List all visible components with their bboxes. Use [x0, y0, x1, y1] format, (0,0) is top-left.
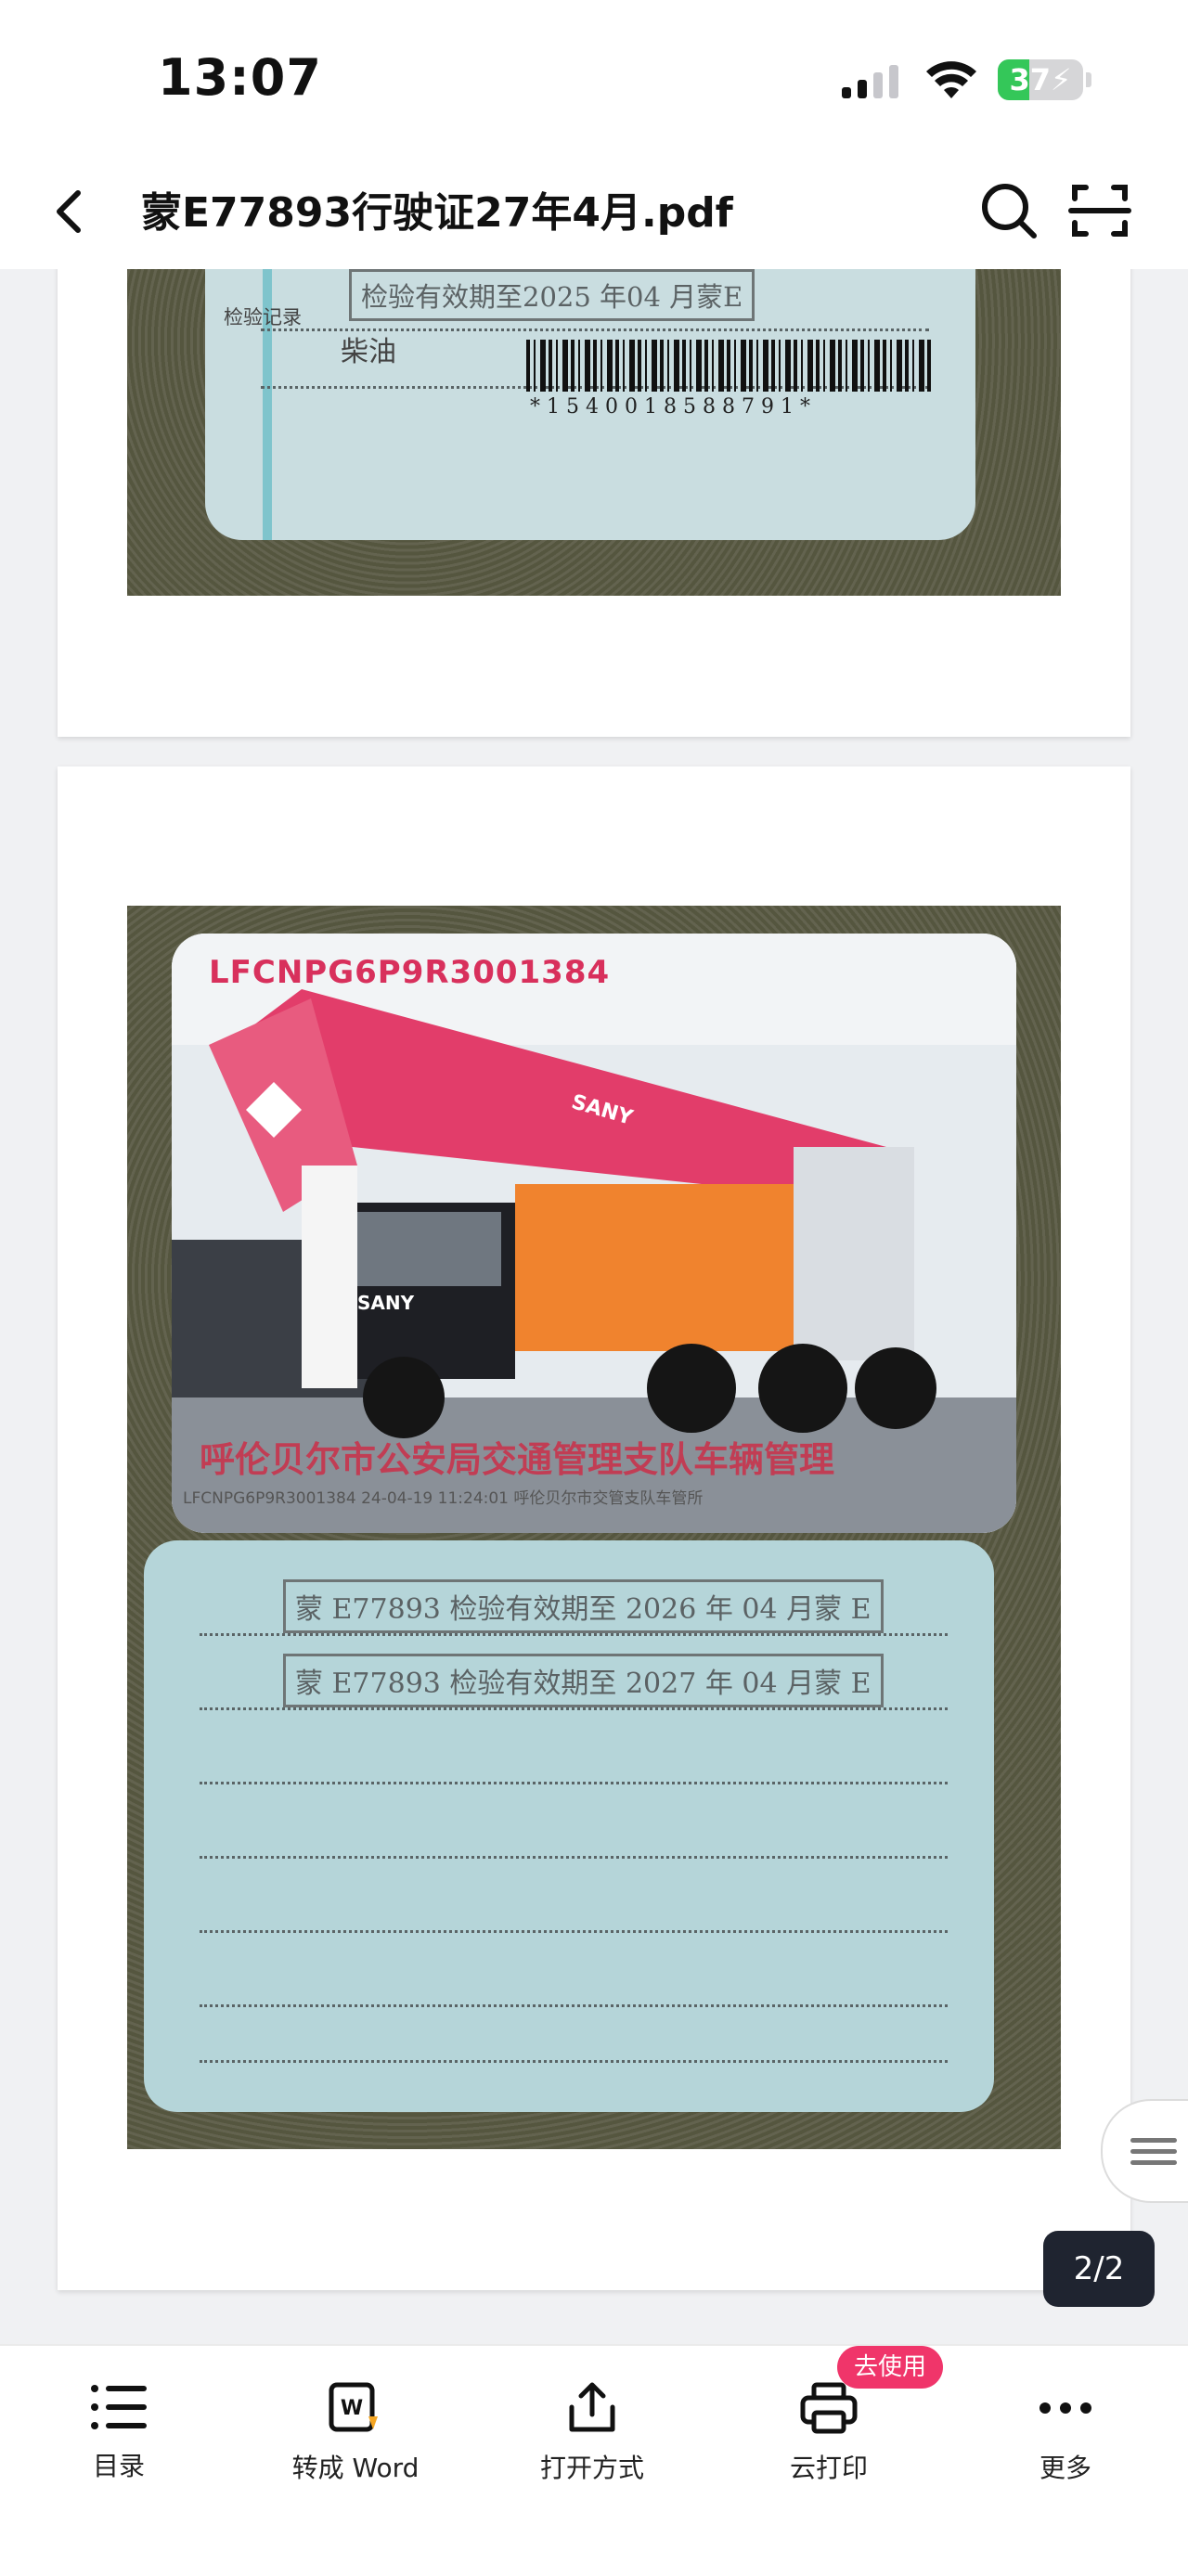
toolbar-convert-word-button[interactable]: W 转成 Word — [272, 2364, 439, 2494]
page-indicator: 2/2 — [1043, 2231, 1155, 2307]
license-card-back: 检验有效期至2025 年04 月蒙E 检验记录 柴油 *154001858879… — [205, 269, 975, 540]
toolbar-more-button[interactable]: 更多 — [982, 2364, 1149, 2494]
license-photo-card: LFCNPG6P9R3001384 SANY SANY 呼伦贝尔市公安局交通管理… — [172, 934, 1016, 1533]
cellular-signal-icon — [842, 65, 898, 98]
page1-photo: 检验有效期至2025 年04 月蒙E 检验记录 柴油 *154001858879… — [127, 269, 1061, 596]
toolbar-more-label: 更多 — [1039, 2453, 1091, 2483]
toolbar-open-with-label: 打开方式 — [539, 2453, 644, 2483]
barcode-number: *1540018588791* — [530, 395, 817, 419]
list-icon — [91, 2385, 147, 2429]
search-icon[interactable] — [975, 176, 1043, 245]
more-icon — [1040, 2402, 1091, 2414]
vin-text: LFCNPG6P9R3001384 — [209, 954, 611, 991]
inspection-stamp-2027: 蒙 E77893 检验有效期至 2027 年 04 月蒙 E — [283, 1654, 884, 1707]
cloud-print-promo-badge[interactable]: 去使用 — [837, 2346, 944, 2389]
toolbar-cloud-print-label: 云打印 — [789, 2453, 868, 2483]
toolbar-open-with-button[interactable]: 打开方式 — [509, 2364, 676, 2494]
back-chevron-icon[interactable] — [37, 178, 104, 245]
page2-photo: LFCNPG6P9R3001384 SANY SANY 呼伦贝尔市公安局交通管理… — [127, 906, 1061, 2149]
license-back-card: 蒙 E77893 检验有效期至 2026 年 04 月蒙 E 蒙 E77893 … — [144, 1540, 994, 2112]
status-bar: 13:07 37⚡ — [0, 0, 1188, 158]
fuel-type: 柴油 — [341, 336, 396, 368]
inspection-record-label: 检验记录 — [224, 306, 302, 328]
share-icon — [569, 2382, 615, 2432]
inspection-stamp-2025: 检验有效期至2025 年04 月蒙E — [349, 269, 755, 321]
toolbar-convert-word-label: 转成 Word — [291, 2453, 420, 2483]
brand-cab: SANY — [357, 1292, 415, 1314]
pdf-viewer[interactable]: 检验有效期至2025 年04 月蒙E 检验记录 柴油 *154001858879… — [0, 269, 1188, 2344]
scroll-handle[interactable] — [1101, 2099, 1188, 2203]
pdf-page-1: 检验有效期至2025 年04 月蒙E 检验记录 柴油 *154001858879… — [58, 269, 1130, 737]
status-time: 13:07 — [158, 48, 322, 107]
battery-level: 37 — [1009, 62, 1052, 97]
toolbar-catalog-label: 目录 — [92, 2451, 145, 2481]
inspection-stamp-2026: 蒙 E77893 检验有效期至 2026 年 04 月蒙 E — [283, 1579, 884, 1633]
pdf-page-2: LFCNPG6P9R3001384 SANY SANY 呼伦贝尔市公安局交通管理… — [58, 766, 1130, 2290]
toolbar-catalog-button[interactable]: 目录 — [35, 2364, 202, 2494]
bottom-toolbar: 目录 W 转成 Word 打开方式 云打印 更多 — [0, 2344, 1188, 2576]
document-title: 蒙E77893行驶证27年4月.pdf — [141, 189, 733, 237]
scan-icon[interactable] — [1065, 176, 1134, 245]
photo-footer-text: LFCNPG6P9R3001384 24-04-19 11:24:01 呼伦贝尔… — [183, 1489, 704, 1508]
svg-text:W: W — [341, 2397, 363, 2420]
barcode — [526, 340, 931, 392]
authority-text: 呼伦贝尔市公安局交通管理支队车辆管理 — [200, 1439, 835, 1480]
wifi-icon — [926, 61, 976, 98]
printer-icon — [800, 2382, 858, 2434]
battery-icon: 37⚡ — [998, 59, 1083, 100]
word-icon: W — [329, 2382, 378, 2432]
nav-header: 蒙E77893行驶证27年4月.pdf — [0, 158, 1188, 271]
